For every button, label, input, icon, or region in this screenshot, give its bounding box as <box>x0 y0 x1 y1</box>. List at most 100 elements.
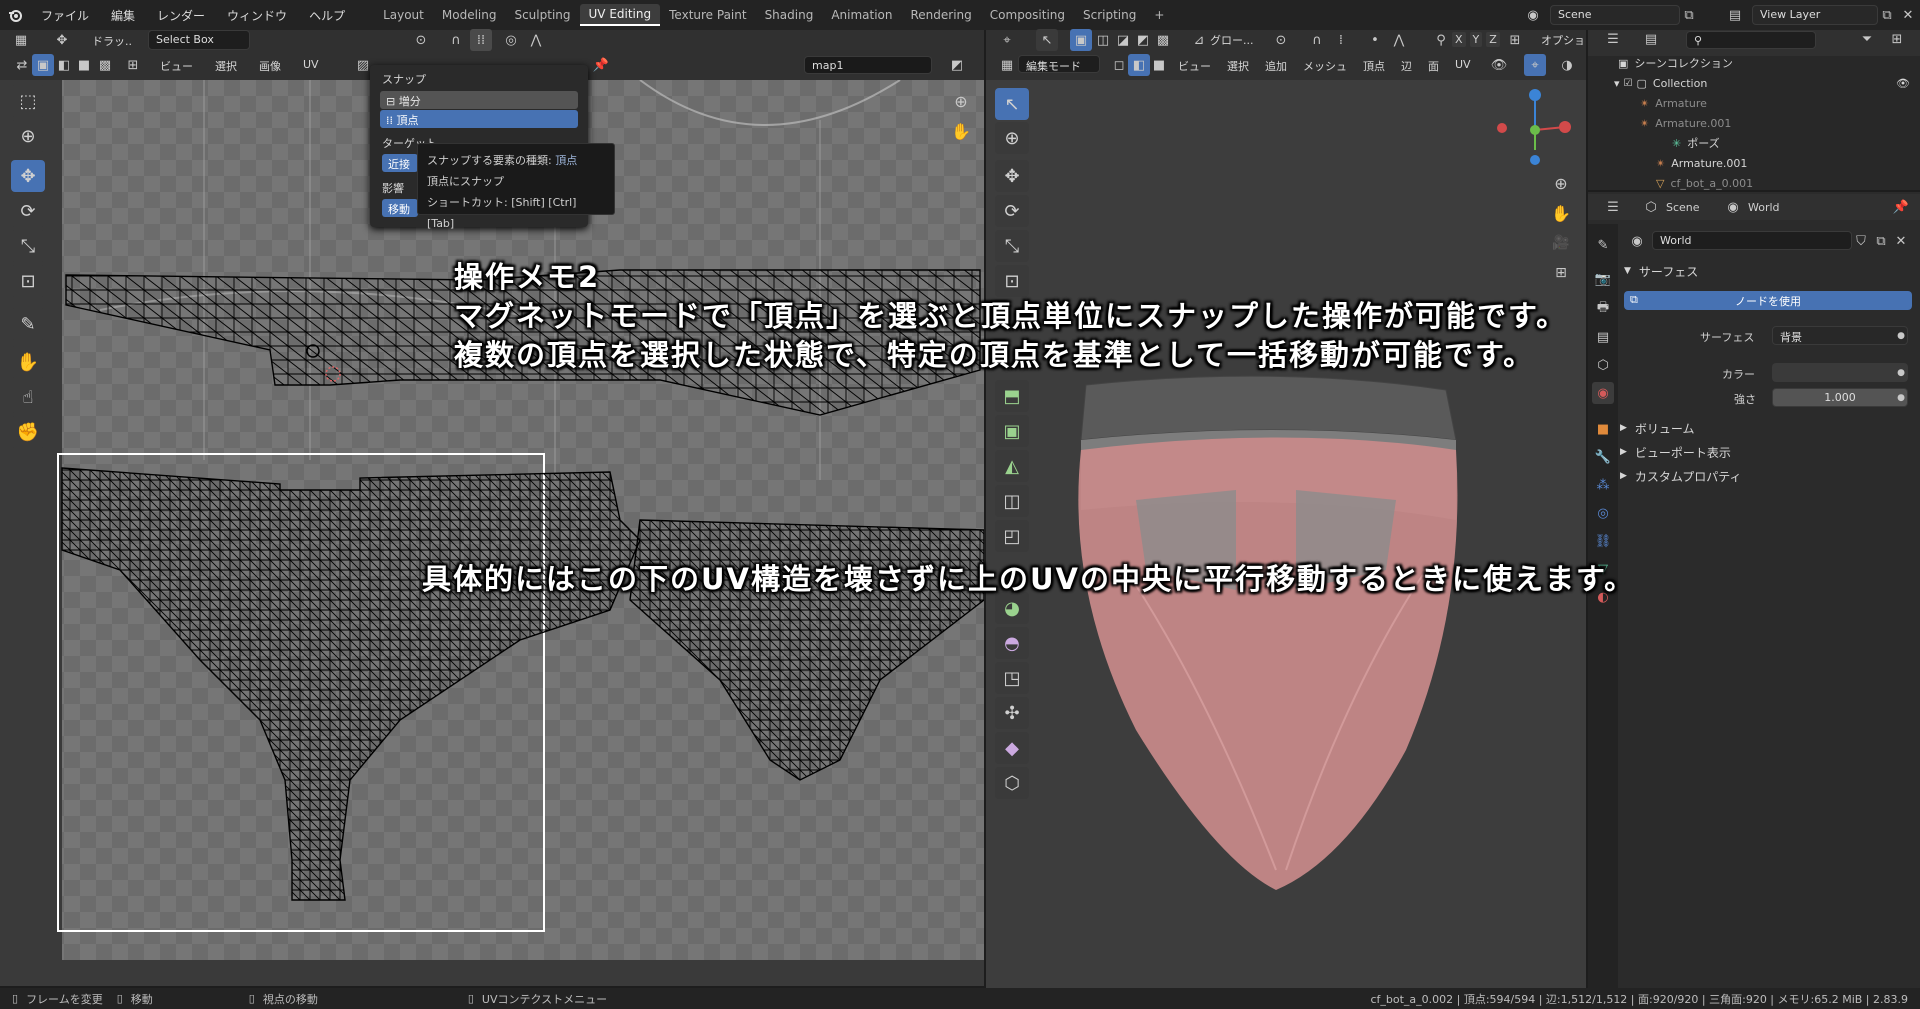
constraints-tab-icon[interactable]: ⛓ <box>1592 530 1614 552</box>
relax-tool[interactable]: ☝ <box>11 381 45 413</box>
display-channels-icon[interactable]: ◩ <box>946 54 968 76</box>
tab-compositing[interactable]: Compositing <box>981 5 1074 25</box>
snap-toggle-icon[interactable]: ∩ <box>1306 29 1328 51</box>
orientation-icon[interactable]: ⊿ <box>1188 29 1210 51</box>
physics-tab-icon[interactable]: ◎ <box>1592 502 1614 524</box>
knife-tool[interactable]: ◰ <box>995 520 1029 552</box>
rotate-tool[interactable]: ⟳ <box>11 195 45 227</box>
tab-animation[interactable]: Animation <box>822 5 901 25</box>
vp-menu-edge[interactable]: 辺 <box>1401 58 1412 74</box>
custom-props-section[interactable]: ▶ カスタムプロパティ <box>1620 466 1741 486</box>
modifier-tab-icon[interactable]: 🔧 <box>1592 446 1614 468</box>
bevel-tool[interactable]: ◭ <box>995 450 1029 482</box>
vp-scale-tool[interactable]: ⤡ <box>995 230 1029 262</box>
surface-link-icon[interactable]: ● <box>1890 325 1912 347</box>
pan-hand-icon[interactable]: ✋ <box>950 120 972 142</box>
vp-menu-view[interactable]: ビュー <box>1178 58 1211 74</box>
checkbox-icon[interactable]: ☑ <box>1624 78 1633 89</box>
unlink-world-icon[interactable]: ✕ <box>1890 230 1912 252</box>
tab-uv-editing[interactable]: UV Editing <box>579 4 661 26</box>
menu-render[interactable]: レンダー <box>146 7 216 24</box>
viewport-editor-type-icon[interactable]: ⌖ <box>996 29 1018 51</box>
options-menu[interactable]: オプショ <box>1541 32 1585 48</box>
duplicate-world-icon[interactable]: ⧉ <box>1870 230 1892 252</box>
scene-tab-icon[interactable]: ⬡ <box>1592 354 1614 376</box>
move-tool-icon[interactable]: ✥ <box>51 29 73 51</box>
properties-editor-icon[interactable]: ☰ <box>1602 196 1624 218</box>
transform-orientation[interactable]: グロー... <box>1210 32 1254 48</box>
grab-tool[interactable]: ✋ <box>11 346 45 378</box>
tab-shading[interactable]: Shading <box>756 5 823 25</box>
use-nodes-button[interactable]: ⧉ ノードを使用 <box>1624 291 1912 310</box>
proportional-edit-icon[interactable]: ◎ <box>500 29 522 51</box>
transform-tool[interactable]: ⊡ <box>11 265 45 297</box>
pinch-tool[interactable]: ✊ <box>11 416 45 448</box>
vp-menu-vertex[interactable]: 頂点 <box>1363 58 1385 74</box>
snap-target-icon[interactable]: ⁞ <box>1330 29 1352 51</box>
uv-menu-view[interactable]: ビュー <box>160 58 193 74</box>
copy-view-layer-icon[interactable]: ⧉ <box>1876 4 1898 26</box>
scale-tool[interactable]: ⤡ <box>11 230 45 262</box>
shrink-tool[interactable]: ✣ <box>995 697 1029 729</box>
annotate-tool[interactable]: ✎ <box>11 308 45 340</box>
proportional-icon[interactable]: • <box>1364 29 1386 51</box>
select-subtract-icon[interactable]: ◪ <box>1112 29 1134 51</box>
loopcut-tool[interactable]: ◫ <box>995 485 1029 517</box>
volume-section[interactable]: ▶ ボリューム <box>1620 418 1695 438</box>
scene-selector[interactable]: Scene <box>1550 5 1680 25</box>
edge-mode-icon[interactable]: ◧ <box>1128 54 1150 76</box>
menu-edit[interactable]: 編集 <box>100 7 146 24</box>
edge-slide-tool[interactable]: ◳ <box>995 662 1029 694</box>
proportional-falloff-icon[interactable]: ⋀ <box>1388 29 1410 51</box>
extrude-tool[interactable]: ⬒ <box>995 380 1029 412</box>
strength-link-icon[interactable]: ● <box>1890 387 1912 409</box>
surface-section[interactable]: ▼ サーフェス <box>1624 261 1698 281</box>
axis-x[interactable]: X <box>1452 32 1466 47</box>
select-invert-icon[interactable]: ◩ <box>1132 29 1154 51</box>
output-tab-icon[interactable]: 🖶 <box>1592 298 1614 320</box>
outliner-root[interactable]: ▣ シーンコレクション <box>1618 53 1733 73</box>
menu-help[interactable]: ヘルプ <box>298 7 356 24</box>
select-mode-icon[interactable]: ↖ <box>1036 29 1058 51</box>
move-tool[interactable]: ✥ <box>11 160 45 192</box>
blender-logo-icon[interactable] <box>4 4 26 26</box>
select-extend-icon[interactable]: ◫ <box>1092 29 1114 51</box>
auto-merge-icon[interactable]: ⊞ <box>1504 29 1526 51</box>
vp-select-tool[interactable]: ↖ <box>995 88 1029 120</box>
inset-tool[interactable]: ▣ <box>995 415 1029 447</box>
world-name-field[interactable]: World <box>1652 231 1852 250</box>
particles-tab-icon[interactable]: ⁂ <box>1592 474 1614 496</box>
add-workspace-button[interactable]: + <box>1145 5 1173 25</box>
snap-option-increment[interactable]: ⊟ 増分 <box>380 91 578 109</box>
vp-move-tool[interactable]: ✥ <box>995 160 1029 192</box>
vp-menu-select[interactable]: 選択 <box>1227 58 1249 74</box>
snap-option-vertex[interactable]: ⁞⁞ 頂点 <box>380 110 578 128</box>
eye-icon[interactable]: 👁 <box>1896 77 1910 90</box>
overlay-toggle-icon[interactable]: ◑ <box>1556 54 1578 76</box>
tab-sculpting[interactable]: Sculpting <box>505 5 579 25</box>
perspective-icon[interactable]: ⊞ <box>1550 262 1572 284</box>
outliner-row-pose[interactable]: ✳ ポーズ <box>1672 133 1720 153</box>
pivot-point-icon[interactable]: ⊙ <box>1270 29 1292 51</box>
display-mode-icon[interactable]: ▤ <box>1640 28 1662 50</box>
sticky-select-icon[interactable]: ⊞ <box>122 54 144 76</box>
vp-menu-mesh[interactable]: メッシュ <box>1303 58 1347 74</box>
close-view-layer-icon[interactable]: ✕ <box>1897 4 1919 26</box>
pin-icon[interactable]: 📌 <box>590 54 612 76</box>
select-new-icon[interactable]: ▣ <box>1070 29 1092 51</box>
view-layer-tab-icon[interactable]: ▤ <box>1592 326 1614 348</box>
menu-file[interactable]: ファイル <box>30 7 100 24</box>
editor-type-icon[interactable]: ▦ <box>10 29 32 51</box>
vertex-select-icon[interactable]: ▣ <box>32 54 54 76</box>
vp-menu-uv[interactable]: UV <box>1455 58 1471 74</box>
falloff-icon[interactable]: ⋀ <box>525 29 547 51</box>
gizmo-toggle-icon[interactable]: ⌖ <box>1524 54 1546 76</box>
image-name-field[interactable]: map1 <box>804 56 932 74</box>
world-browse-icon[interactable]: ◉ <box>1626 230 1648 252</box>
shear-tool[interactable]: ◆ <box>995 732 1029 764</box>
vp-rotate-tool[interactable]: ⟳ <box>995 195 1029 227</box>
outliner-row-armature001[interactable]: ✴ Armature.001 <box>1640 113 1731 133</box>
outliner-row-mesh[interactable]: ▽ cf_bot_a_0.001 <box>1656 173 1753 193</box>
render-tab-icon[interactable]: 📷 <box>1592 268 1614 290</box>
select-box-tool[interactable]: ⬚ <box>11 85 45 117</box>
